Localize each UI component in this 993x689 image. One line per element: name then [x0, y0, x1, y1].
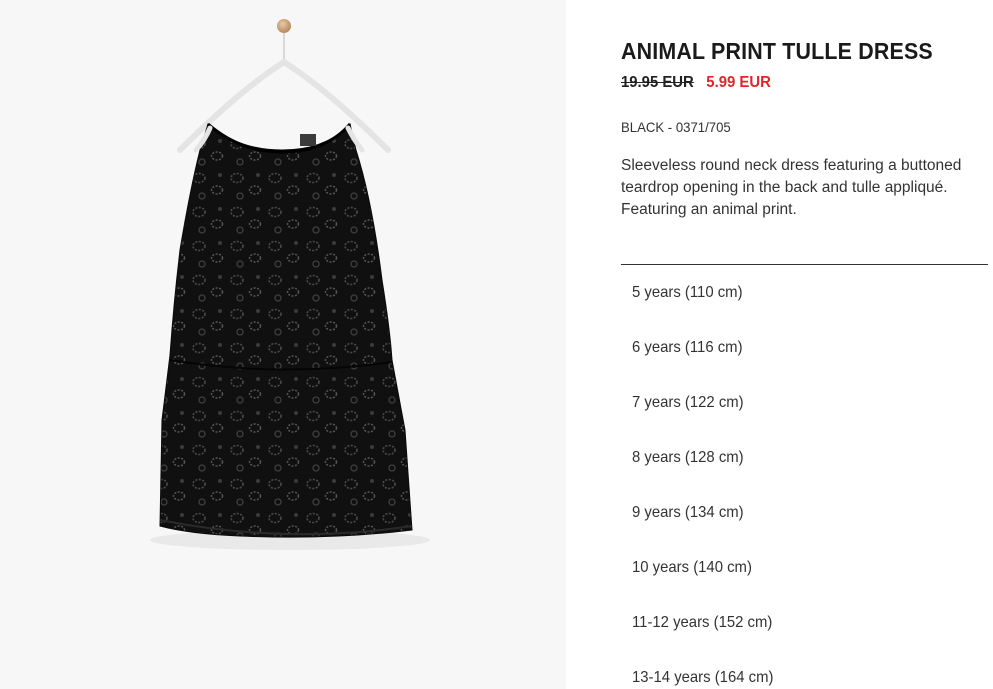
- size-option[interactable]: 6 years (116 cm): [621, 320, 988, 375]
- size-label: 11-12 years (152 cm): [632, 613, 773, 631]
- price-row: 19.95 EUR 5.99 EUR: [621, 74, 771, 92]
- product-image-pane: [0, 0, 566, 689]
- size-option[interactable]: 7 years (122 cm): [621, 375, 988, 430]
- size-label: 5 years (110 cm): [632, 283, 743, 301]
- size-option[interactable]: 5 years (110 cm): [621, 265, 988, 320]
- size-option[interactable]: 9 years (134 cm): [621, 485, 988, 540]
- size-list: 5 years (110 cm) 6 years (116 cm) 7 year…: [621, 265, 988, 689]
- product-info-panel: ANIMAL PRINT TULLE DRESS 19.95 EUR 5.99 …: [621, 0, 989, 689]
- size-label: 13-14 years (164 cm): [632, 668, 774, 686]
- sale-price: 5.99 EUR: [706, 74, 771, 91]
- size-label: 8 years (128 cm): [632, 448, 744, 466]
- size-option[interactable]: 11-12 years (152 cm): [621, 595, 988, 650]
- size-option[interactable]: 10 years (140 cm): [621, 540, 988, 595]
- size-label: 10 years (140 cm): [632, 558, 752, 576]
- product-description: Sleeveless round neck dress featuring a …: [621, 157, 962, 218]
- original-price: 19.95 EUR: [621, 74, 694, 91]
- color-reference: BLACK - 0371/705: [621, 119, 731, 135]
- size-option[interactable]: 13-14 years (164 cm): [621, 650, 988, 689]
- product-page: ANIMAL PRINT TULLE DRESS 19.95 EUR 5.99 …: [0, 0, 993, 689]
- size-label: 6 years (116 cm): [632, 338, 743, 356]
- product-image[interactable]: [0, 0, 566, 689]
- product-title: ANIMAL PRINT TULLE DRESS: [621, 38, 933, 64]
- size-label: 7 years (122 cm): [632, 393, 744, 411]
- size-option[interactable]: 8 years (128 cm): [621, 430, 988, 485]
- size-label: 9 years (134 cm): [632, 503, 744, 521]
